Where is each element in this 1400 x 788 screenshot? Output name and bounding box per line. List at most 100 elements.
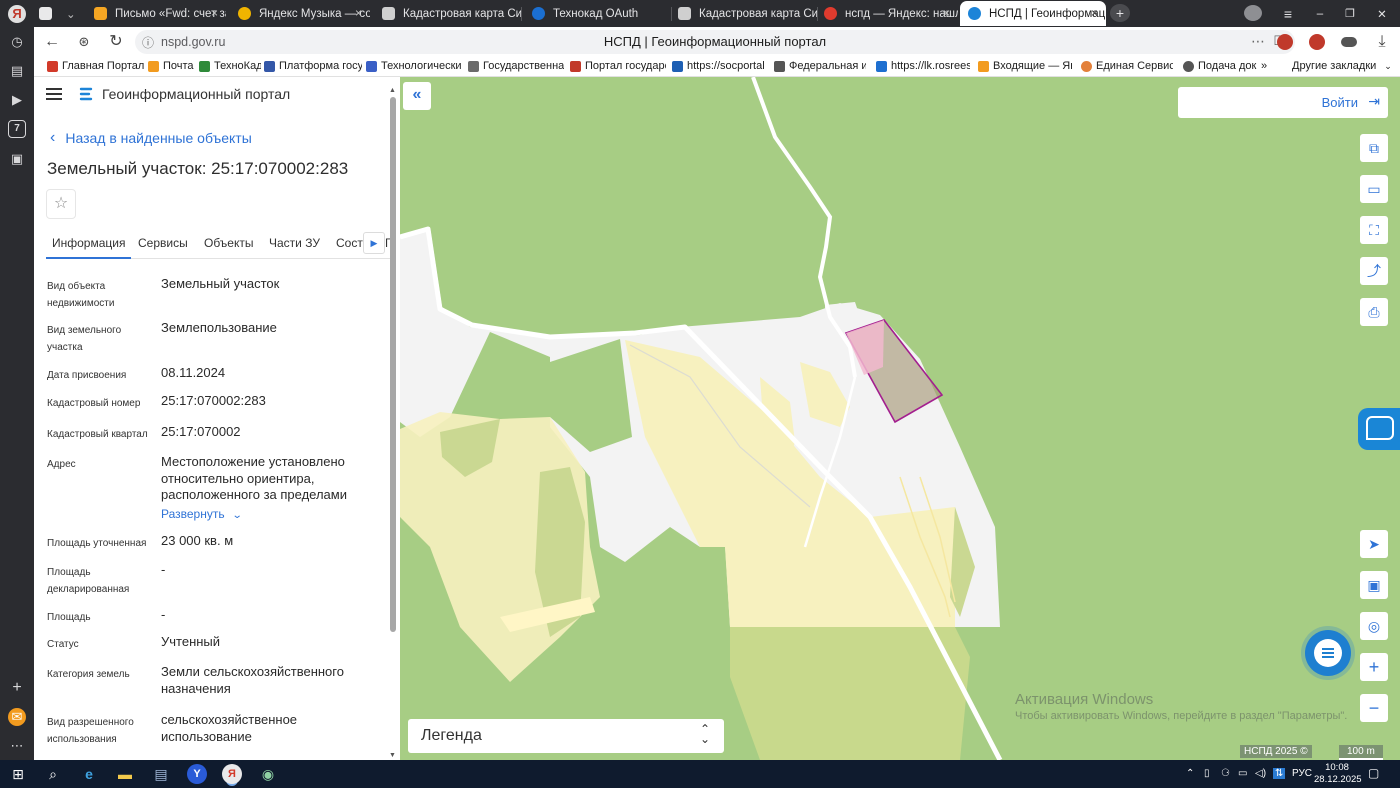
legend-dropdown[interactable]: Легенда ⌃ ⌄: [408, 719, 724, 753]
tab-cadastral-2[interactable]: Кадастровая карта Сибир: [670, 1, 818, 26]
select-area-button[interactable]: ⛶: [1360, 216, 1388, 244]
favorite-star-icon[interactable]: ☆: [46, 189, 76, 219]
more-options-icon[interactable]: ⋯: [1251, 33, 1265, 50]
tab-parts[interactable]: Части ЗУ: [269, 236, 320, 250]
map-view[interactable]: « Войти ⇥ ⧉ ▭ ⛶ ⤴ ⎙ ➤ ▣ ◎ + − Легенда ⌃ ⌄…: [400, 77, 1400, 760]
tab-information[interactable]: Информация: [46, 236, 132, 259]
tabs-next-button[interactable]: ▶: [363, 232, 385, 254]
bookmark-item[interactable]: Входящие — Янд: [978, 60, 1072, 72]
back-to-results-link[interactable]: ‹ Назад в найденные объекты: [50, 129, 252, 147]
panel-scrollbar[interactable]: ▲ ▼: [389, 87, 397, 759]
yandex-browser-taskbar-icon[interactable]: Я: [222, 764, 242, 784]
bookmark-item[interactable]: Государственная: [468, 60, 564, 72]
bookmark-item[interactable]: Подача док: [1183, 60, 1265, 72]
bookmark-item[interactable]: Портал государст: [570, 60, 666, 72]
bookmark-item[interactable]: ТехноКад: [199, 60, 261, 72]
scroll-up-icon[interactable]: ▲: [389, 87, 396, 94]
locate-button[interactable]: ➤: [1360, 530, 1388, 558]
file-explorer-icon[interactable]: ▬: [115, 764, 135, 784]
app-icon[interactable]: ▤: [151, 764, 171, 784]
bookmark-item[interactable]: Единая Сервисна: [1081, 60, 1173, 72]
bookmark-item[interactable]: Федеральная инф: [774, 60, 866, 72]
zoom-out-button[interactable]: −: [1360, 694, 1388, 722]
scrollbar-thumb[interactable]: [390, 97, 396, 632]
mail-icon[interactable]: ✉: [8, 708, 26, 726]
download-icon[interactable]: ⤓: [1372, 32, 1392, 52]
yandex-app-icon[interactable]: Y: [187, 764, 207, 784]
scroll-down-icon[interactable]: ▼: [389, 752, 396, 759]
collapse-panel-button[interactable]: «: [403, 82, 431, 110]
hamburger-menu-icon[interactable]: [46, 88, 62, 100]
history-icon[interactable]: ◷: [8, 33, 26, 51]
tray-chevron-icon[interactable]: ⌃: [1186, 768, 1194, 779]
other-bookmarks-button[interactable]: Другие закладки ⌄: [1292, 60, 1392, 72]
close-icon[interactable]: ×: [1091, 6, 1098, 20]
print-button[interactable]: ⎙: [1360, 298, 1388, 326]
tab-dropdown[interactable]: ⌄: [62, 1, 82, 26]
extension-3-icon[interactable]: [1341, 37, 1357, 47]
bookmarks-more-button[interactable]: »: [1261, 60, 1267, 72]
bookmark-item[interactable]: Технологический: [366, 60, 462, 72]
layers-button[interactable]: ⧉: [1360, 134, 1388, 162]
add-panel-icon[interactable]: +: [8, 679, 26, 697]
back-arrow-icon[interactable]: ←: [42, 32, 62, 52]
close-window-icon[interactable]: ✕: [1372, 1, 1392, 26]
menu-icon[interactable]: ≡: [1278, 1, 1298, 26]
tab-services[interactable]: Сервисы: [138, 236, 188, 250]
bookmark-item[interactable]: Почта: [148, 60, 198, 72]
minimap-button[interactable]: ▣: [1360, 571, 1388, 599]
video-icon[interactable]: ▶: [8, 91, 26, 109]
address-bar[interactable]: ⓘ nspd.gov.ru НСПД | Геоинформационный п…: [135, 30, 1295, 54]
tab-cadastral-1[interactable]: Кадастровая карта Сибир: [374, 1, 522, 26]
tray-usb-icon[interactable]: ▯: [1204, 768, 1210, 779]
tray-display-icon[interactable]: ▭: [1238, 768, 1247, 779]
tab-objects[interactable]: Объекты: [204, 236, 254, 250]
search-icon[interactable]: ⌕: [43, 764, 63, 784]
new-tab-button[interactable]: +: [1110, 4, 1130, 22]
zoom-in-button[interactable]: +: [1360, 653, 1388, 681]
chevron-down-icon: ⌄: [1384, 60, 1392, 71]
tab-nspd[interactable]: НСПД | Геоинформаци ×: [960, 1, 1106, 26]
tab-yandex-search[interactable]: нспд — Яндекс: нашлось ×: [816, 1, 958, 26]
edge-icon[interactable]: e: [79, 764, 99, 784]
tray-app-icon[interactable]: ⇅: [1273, 768, 1286, 779]
tab-mail[interactable]: Письмо «Fwd: счет за дек ×: [86, 1, 226, 26]
tray-language[interactable]: РУС: [1292, 768, 1312, 779]
bookmark-item[interactable]: https://lk.rosreest: [876, 60, 970, 72]
notes-icon[interactable]: ▤: [8, 62, 26, 80]
extension-2-icon[interactable]: [1309, 34, 1325, 50]
extension-1-icon[interactable]: [1277, 34, 1293, 50]
tray-volume-icon[interactable]: ◁): [1255, 768, 1266, 779]
notifications-icon[interactable]: ▢: [1368, 766, 1379, 780]
geolocation-button[interactable]: ◎: [1360, 612, 1388, 640]
gallery-icon[interactable]: ▣: [8, 150, 26, 168]
share-button[interactable]: ⤴: [1360, 257, 1388, 285]
bookmark-item[interactable]: https://socportal.: [672, 60, 764, 72]
help-widget-icon[interactable]: [1358, 408, 1400, 450]
tab-music[interactable]: Яндекс Музыка — со ×: [230, 1, 370, 26]
tray-clock[interactable]: 10:08 28.12.2025: [1314, 762, 1362, 786]
bookmark-item[interactable]: Платформа госуд: [264, 60, 362, 72]
tab-pinned-audio[interactable]: [34, 1, 58, 26]
expand-address-link[interactable]: Развернуть ⌄: [161, 507, 242, 521]
seven-icon[interactable]: 7: [8, 120, 26, 138]
yandex-browser-logo-icon[interactable]: Я: [8, 5, 26, 23]
bookmark-item[interactable]: Главная Портал З: [47, 60, 145, 72]
chat-button[interactable]: [1305, 630, 1351, 676]
tab-technokad[interactable]: Технокад OAuth: [524, 1, 672, 26]
close-icon[interactable]: ×: [211, 6, 218, 20]
site-protect-icon[interactable]: ⊛: [74, 32, 94, 52]
more-icon[interactable]: ⋯: [8, 737, 26, 755]
close-icon[interactable]: ×: [943, 6, 950, 20]
ruler-button[interactable]: ▭: [1360, 175, 1388, 203]
windows-start-icon[interactable]: ⊞: [8, 764, 28, 784]
app-globe-icon[interactable]: ◉: [258, 764, 278, 784]
map-canvas[interactable]: [400, 77, 1400, 760]
minimize-icon[interactable]: –: [1310, 1, 1330, 26]
close-icon[interactable]: ×: [355, 6, 362, 20]
reload-icon[interactable]: ↻: [106, 32, 126, 52]
login-button[interactable]: Войти ⇥: [1178, 87, 1388, 118]
profile-icon[interactable]: [1244, 5, 1262, 21]
tray-network-icon[interactable]: ⚆: [1221, 768, 1230, 779]
maximize-icon[interactable]: ❐: [1340, 1, 1360, 26]
